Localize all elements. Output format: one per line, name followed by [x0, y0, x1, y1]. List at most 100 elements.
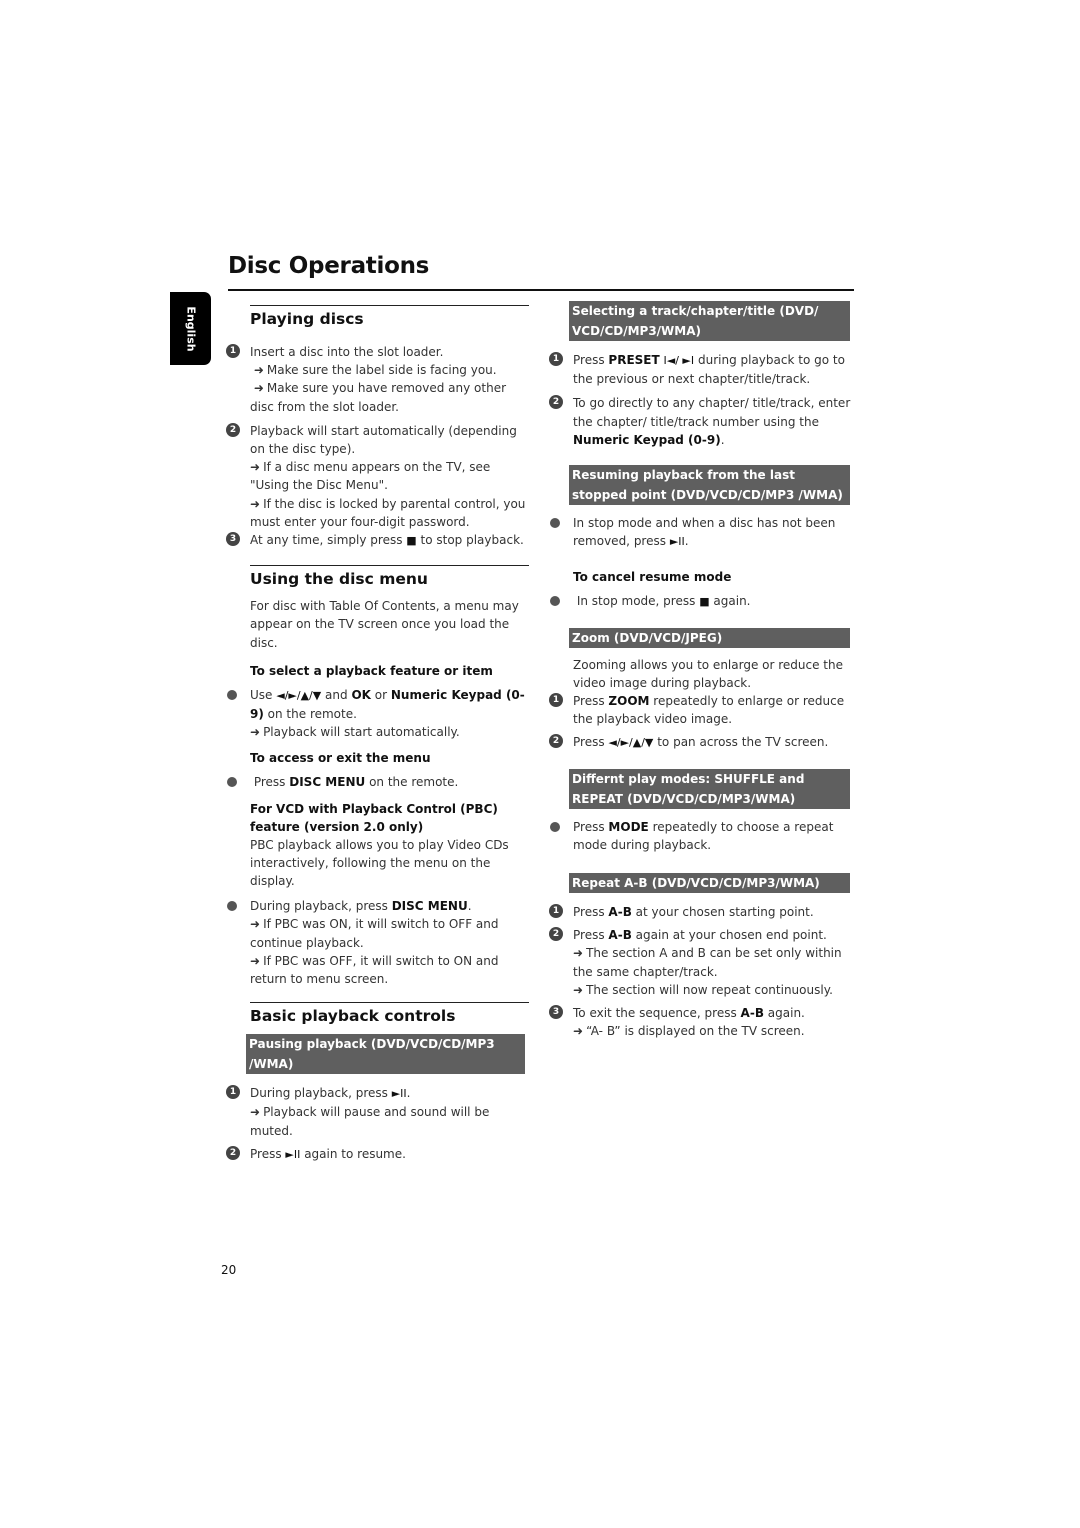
arrow-icon: ➜ [573, 982, 584, 997]
note: ➜ Playback will start automatically. [250, 723, 532, 741]
ok-key: OK [351, 687, 371, 702]
subsection-header-resuming: Resuming playback from the last stopped … [569, 465, 850, 506]
arrow-icon: ➜ [253, 363, 264, 378]
step-text: Press [573, 735, 605, 750]
note-text: Playback will pause and sound will be mu… [250, 1105, 490, 1138]
prev-next-icon: I◄/ ►I [663, 354, 695, 367]
arrow-icon: ➜ [573, 1024, 584, 1039]
note-text: If PBC was ON, it will switch to OFF and… [250, 917, 499, 950]
step-text: During playback, press [250, 1086, 388, 1101]
subsection-header-play-modes: Differnt play modes: SHUFFLE and REPEAT … [569, 768, 850, 809]
arrow-keys-icon: ◄/►/▲/▼ [608, 736, 654, 750]
bullet-icon [227, 901, 237, 912]
note-text: is displayed on the TV screen. [624, 1024, 805, 1039]
note: ➜ “A- B” is displayed on the TV screen. [573, 1022, 855, 1040]
step-text: At any time, simply press [250, 533, 403, 548]
text: on the remote. [369, 775, 459, 790]
a-b-key: A-B [740, 1006, 764, 1021]
step-item: 2 To go directly to any chapter/ title/t… [549, 394, 855, 449]
step-number-icon: 1 [226, 344, 240, 358]
note: ➜ The section will now repeat continuousl… [573, 981, 855, 999]
step-number-icon: 1 [549, 904, 563, 919]
subsection-header-selecting-track: Selecting a track/chapter/title (DVD/ VC… [569, 301, 850, 341]
step-text: To exit the sequence, press [573, 1006, 737, 1021]
arrow-icon: ➜ [250, 917, 261, 932]
note-text: Make sure the label side is facing you. [266, 363, 497, 378]
display-text: “A- B” [586, 1024, 621, 1039]
arrow-icon: ➜ [250, 460, 261, 475]
note: ➜ If the disc is locked by parental contr… [250, 495, 532, 531]
pbc-intro: PBC playback allows you to play Video CD… [250, 837, 509, 889]
subsection-header-repeat-ab: Repeat A-B (DVD/VCD/CD/MP3/WMA) [569, 873, 850, 894]
note: ➜ Make sure you have removed any other di… [250, 379, 532, 415]
step-item: 3 At any time, simply press ■ to stop pl… [226, 531, 532, 550]
section-title-playing-discs: Playing discs [250, 310, 364, 328]
subheading: To select a playback feature or item [250, 663, 493, 678]
step-text: again at your chosen end point. [635, 928, 827, 943]
zoom-intro: Zooming allows you to enlarge or reduce … [573, 657, 843, 690]
section-title-basic-playback: Basic playback controls [250, 1007, 456, 1026]
step-text: Press [573, 905, 605, 920]
step-text: to pan across the TV screen. [657, 735, 829, 750]
arrow-icon: ➜ [253, 381, 264, 396]
note: ➜ If PBC was ON, it will switch to OFF an… [250, 915, 532, 951]
stop-icon: ■ [406, 534, 417, 548]
section-rule [250, 1002, 529, 1004]
page-title: Disc Operations [228, 253, 430, 279]
step-number-icon: 2 [226, 1145, 240, 1160]
step-text: Press [573, 353, 605, 367]
subheading: To cancel resume mode [573, 570, 732, 585]
text: Press [573, 819, 605, 834]
step-text: Press [250, 1146, 282, 1161]
step-number-icon: 3 [226, 532, 240, 547]
text: again. [713, 594, 751, 609]
left-column: Playing discs 1 Insert a disc into the s… [226, 305, 532, 1164]
preset-key: PRESET [608, 353, 660, 367]
step-item: 1 Press A-B at your chosen starting poin… [549, 903, 855, 921]
step-text: Insert a disc into the slot loader. [250, 345, 444, 359]
language-tab: English [170, 292, 211, 365]
bullet-item: In stop mode, press ■ again. [550, 592, 855, 611]
step-text: Playback will start automatically (depen… [250, 423, 517, 457]
step-number-icon: 2 [549, 927, 563, 942]
note: ➜ If a disc menu appears on the TV, see "… [250, 458, 532, 494]
play-pause-icon: ►II [285, 1147, 301, 1161]
play-pause-icon: ►II [391, 1087, 407, 1101]
a-b-key: A-B [608, 905, 632, 920]
step-item: 1 Press ZOOM repeatedly to enlarge or re… [549, 692, 855, 728]
text: on the remote. [267, 707, 357, 722]
step-text: Press [573, 694, 605, 709]
bullet-item: Press MODE repeatedly to choose a repeat… [550, 818, 855, 854]
step-number-icon: 2 [549, 395, 563, 410]
step-text: To go directly to any chapter/ title/tra… [573, 396, 851, 429]
arrow-icon: ➜ [250, 725, 261, 740]
mode-key: MODE [608, 819, 649, 834]
intro-text: For disc with Table Of Contents, a menu … [250, 599, 519, 650]
bullet-icon [550, 518, 560, 529]
step-text: at your chosen starting point. [635, 905, 814, 920]
section-rule [250, 305, 529, 306]
text: In stop mode and when a disc has not bee… [573, 516, 836, 549]
note-text: Make sure you have removed any other dis… [250, 381, 507, 414]
bullet-icon [550, 596, 560, 607]
text: and [325, 687, 348, 702]
subheading: For VCD with Playback Control (PBC) feat… [250, 801, 498, 834]
arrow-icon: ➜ [250, 953, 261, 968]
step-text: to stop playback. [420, 533, 524, 548]
note: ➜ Playback will pause and sound will be m… [250, 1103, 532, 1139]
zoom-key: ZOOM [608, 694, 650, 709]
stop-icon: ■ [699, 595, 710, 609]
note: ➜ If PBC was OFF, it will switch to ON an… [250, 952, 532, 988]
section-title-disc-menu: Using the disc menu [250, 570, 428, 589]
note-text: Playback will start automatically. [263, 725, 460, 740]
bullet-item: Use ◄/►/▲/▼ and OK or Numeric Keypad (0-… [227, 686, 532, 742]
step-item: 1 Press PRESET I◄/ ►I during playback to… [549, 351, 855, 388]
disc-menu-key: DISC MENU [289, 775, 366, 790]
subsection-header-zoom: Zoom (DVD/VCD/JPEG) [569, 627, 850, 648]
section-rule [250, 565, 529, 567]
disc-menu-key: DISC MENU [391, 899, 468, 914]
step-text: again to resume. [304, 1146, 406, 1161]
note-text: If the disc is locked by parental contro… [250, 496, 526, 529]
text: or [374, 687, 388, 702]
numeric-keypad-key: Numeric Keypad (0-9) [573, 432, 721, 447]
